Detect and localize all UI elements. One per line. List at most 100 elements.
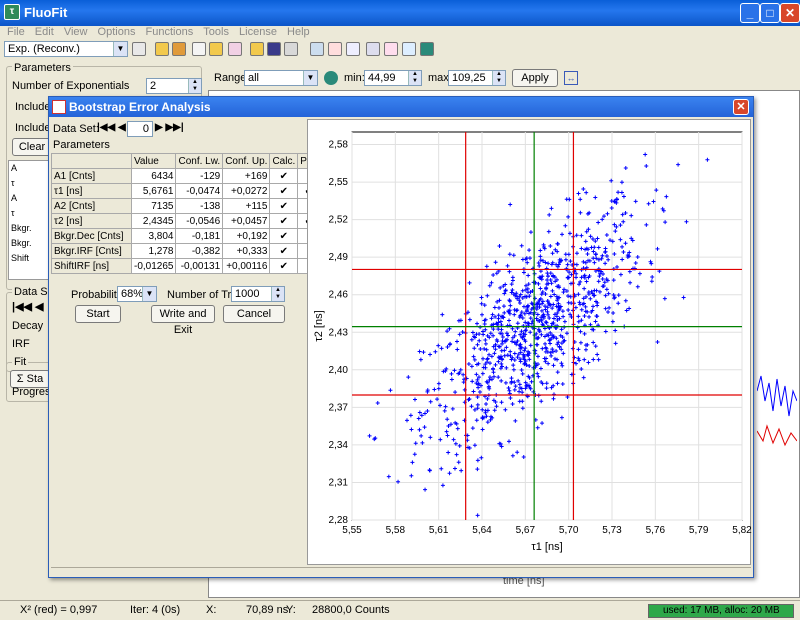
table-row: Bkgr.Dec [Cnts] 3,804 -0,181 +0,192 ✔ (51, 228, 321, 244)
value-cell[interactable]: 6434 (130, 168, 177, 184)
num-exp-value: 2 (150, 80, 157, 92)
memory-indicator: used: 17 MB, alloc: 20 MB (648, 604, 794, 618)
y-tick-label: 2,31 (329, 477, 349, 488)
table-row: τ2 [ns] 2,4345 -0,0546 +0,0457 ✔ ✔ (51, 213, 321, 229)
fit-start-label: Sta (26, 373, 44, 385)
sigma-icon: Σ (16, 373, 24, 385)
paste-icon[interactable] (209, 42, 223, 56)
value-cell[interactable]: 7135 (130, 198, 177, 214)
y-tick-label: 2,58 (329, 140, 349, 151)
param-list: A τ A τ Bkgr. Bkgr. Shift (8, 160, 52, 280)
first-prev-icon[interactable]: |◀◀ ◀ (97, 122, 126, 133)
num-exp-spinner[interactable]: 2 ▲ ▼ (146, 78, 202, 94)
menu-license[interactable]: License (239, 26, 277, 38)
column-header (51, 153, 132, 169)
min-label: min: (344, 72, 365, 84)
chart-icon-1[interactable] (310, 42, 324, 56)
spin-arrows-icon[interactable]: ▲ ▼ (188, 79, 201, 93)
chart-icon-2[interactable] (328, 42, 342, 56)
menu-file[interactable]: File (7, 26, 25, 38)
decay-trace (756, 371, 798, 461)
data-set-nav-icon[interactable]: |◀◀ ◀ (12, 300, 44, 313)
range-select[interactable]: all ▼ (244, 70, 318, 86)
calc-checkbox[interactable]: ✔ (269, 243, 299, 259)
spin-arrows-icon[interactable]: ▲ ▼ (271, 287, 284, 301)
chart-icon-3[interactable] (346, 42, 360, 56)
num-exp-label: Number of Exponentials (12, 80, 130, 92)
chart-icon-5[interactable] (384, 42, 398, 56)
model-select-value: Exp. (Reconv.) (8, 43, 80, 55)
tries-spinner[interactable]: 1000 ▲ ▼ (231, 286, 285, 302)
x-label: X: (206, 604, 217, 616)
y-tick-label: 2,49 (329, 252, 349, 263)
calc-checkbox[interactable]: ✔ (269, 198, 299, 214)
conf-up-cell: +0,0272 (222, 183, 271, 199)
x-axis-label: τ1 [ns] (531, 541, 562, 553)
calc-checkbox[interactable]: ✔ (269, 168, 299, 184)
apply-label: Apply (521, 72, 549, 84)
value-cell[interactable]: -0,01265 (130, 258, 177, 274)
zoom-fit-icon[interactable]: ↔ (564, 71, 578, 85)
conf-lw-cell: -129 (175, 168, 224, 184)
calc-checkbox[interactable]: ✔ (269, 183, 299, 199)
menu-view[interactable]: View (64, 26, 88, 38)
next-last-icon[interactable]: ▶ ▶▶| (155, 122, 184, 133)
dialog-close-button[interactable]: ✕ (733, 99, 749, 115)
chart-icon-6[interactable] (402, 42, 416, 56)
menu-edit[interactable]: Edit (35, 26, 54, 38)
spin-arrows-icon[interactable]: ▲ ▼ (408, 71, 421, 85)
data-set-field[interactable]: 0 (127, 121, 153, 137)
settings-icon[interactable] (132, 42, 146, 56)
conf-up-cell: +169 (222, 168, 271, 184)
x-tick-label: 5,79 (689, 525, 709, 536)
apply-button[interactable]: Apply (512, 69, 558, 87)
spin-arrows-icon[interactable]: ▲ ▼ (492, 71, 505, 85)
write-exit-button[interactable]: Write and Exit (151, 305, 215, 336)
y-tick-label: 2,34 (329, 440, 349, 451)
menu-functions[interactable]: Functions (146, 26, 194, 38)
value-cell[interactable]: 2,4345 (130, 213, 177, 229)
model-select[interactable]: Exp. (Reconv.) ▼ (4, 41, 128, 57)
minimize-button[interactable]: _ (740, 3, 760, 23)
maximize-button[interactable]: □ (760, 3, 780, 23)
save-icon[interactable] (267, 42, 281, 56)
dialog-titlebar: Bootstrap Error Analysis ✕ (49, 97, 753, 117)
row-name: A1 [Cnts] (51, 168, 132, 184)
close-button[interactable]: ✕ (780, 3, 800, 23)
menu-help[interactable]: Help (287, 26, 310, 38)
menu-options[interactable]: Options (98, 26, 136, 38)
folder-icon[interactable] (250, 42, 264, 56)
globe-icon[interactable] (324, 71, 338, 85)
menu-tools[interactable]: Tools (203, 26, 229, 38)
y-axis-label: τ2 [ns] (313, 310, 325, 341)
table-row: A2 [Cnts] 7135 -138 +115 ✔ (51, 198, 321, 214)
row-name: A2 [Cnts] (51, 198, 132, 214)
x-tick-label: 5,58 (386, 525, 406, 536)
open-folder-icon-2[interactable] (172, 42, 186, 56)
chart-icon-4[interactable] (366, 42, 380, 56)
open-folder-icon[interactable] (155, 42, 169, 56)
scatter-chart: 5,55 5,58 5,61 5,64 5,67 5,70 5,73 5,76 5,79 5,82… (307, 119, 752, 565)
globe-icon[interactable] (420, 42, 434, 56)
min-spinner[interactable]: 44,99 ▲ ▼ (364, 70, 422, 86)
value-cell[interactable]: 5,6761 (130, 183, 177, 199)
probability-select[interactable]: 68% ▼ (117, 286, 157, 302)
app-titlebar: τ FluoFit _ □ ✕ (0, 0, 800, 26)
value-cell[interactable]: 1,278 (130, 243, 177, 259)
new-icon[interactable] (228, 42, 242, 56)
conf-lw-cell: -0,382 (175, 243, 224, 259)
copy-icon[interactable] (192, 42, 206, 56)
calc-checkbox[interactable]: ✔ (269, 228, 299, 244)
print-icon[interactable] (284, 42, 298, 56)
calc-checkbox[interactable]: ✔ (269, 213, 299, 229)
y-value: 28800,0 Counts (312, 604, 390, 616)
cancel-button[interactable]: Cancel (223, 305, 285, 323)
row-name: τ2 [ns] (51, 213, 132, 229)
app-icon: τ (4, 4, 20, 20)
clear-button[interactable]: Clear (12, 138, 52, 156)
max-spinner[interactable]: 109,25 ▲ ▼ (448, 70, 506, 86)
value-cell[interactable]: 3,804 (130, 228, 177, 244)
parameters-group-title: Parameters (12, 62, 73, 74)
calc-checkbox[interactable]: ✔ (269, 258, 299, 274)
start-button[interactable]: Start (75, 305, 121, 323)
